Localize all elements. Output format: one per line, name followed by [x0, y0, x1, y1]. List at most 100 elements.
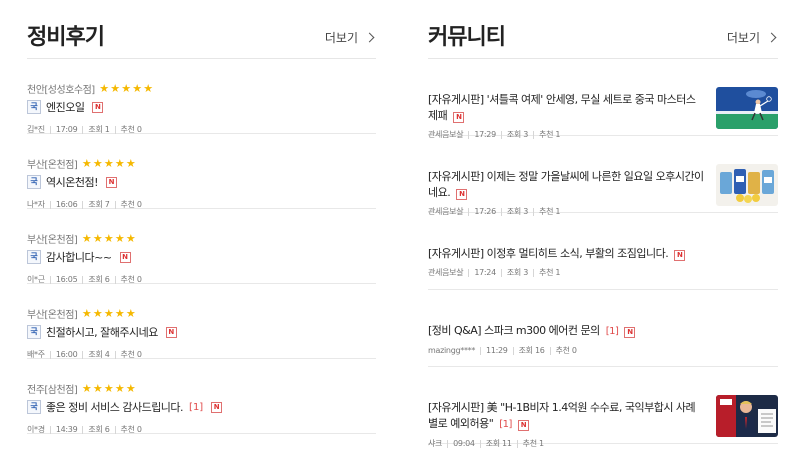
meta-divider [49, 275, 51, 284]
review-title-link[interactable]: 좋은 정비 서비스 감사드립니다. [46, 399, 184, 415]
meta-divider [114, 275, 116, 284]
review-branch: 전주[삼천점] [27, 384, 78, 396]
review-branch-row: 천안[성성호수점] ★ ★ ★ ★ ★ [27, 81, 154, 96]
meta-divider [49, 350, 51, 359]
star-icon: ★ [81, 231, 92, 245]
star-icon: ★ [125, 156, 136, 170]
meta-divider [82, 200, 84, 209]
star-icon: ★ [92, 381, 103, 395]
star-icon: ★ [103, 156, 114, 170]
meta-divider [447, 439, 449, 448]
review-title-row: 국 감사합니다~~ N [27, 249, 131, 265]
new-badge: N [165, 326, 177, 338]
review-title-link[interactable]: 역시온천점! [46, 174, 99, 190]
review-title-link[interactable]: 감사합니다~~ [46, 249, 112, 265]
post-time: 17:09 [55, 125, 78, 134]
community-title-link[interactable]: [자유게시판] 美 "H-1B비자 1.4억원 수수료, 국익부합시 사례별로 … [428, 400, 704, 433]
new-badge: N [211, 401, 223, 413]
review-branch: 부산[온천점] [27, 309, 78, 321]
star-icon: ★ [81, 381, 92, 395]
review-title-row: 국 친절하시고, 잘해주시네요 N [27, 324, 177, 340]
community-header: 커뮤니티 더보기 [428, 0, 778, 59]
meta-divider [549, 346, 551, 355]
review-title-row: 국 엔진오일 N [27, 99, 104, 115]
post-thumbnail[interactable] [716, 87, 778, 129]
review-branch-row: 부산[온천점] ★ ★ ★ ★ ★ [27, 156, 136, 171]
star-icon: ★ [125, 381, 136, 395]
community-title: [정비 Q&A] 스파크 m300 에어컨 문의 [428, 324, 600, 337]
star-icon: ★ [92, 156, 103, 170]
meta-divider [500, 268, 502, 277]
community-title: [자유게시판] '셔틀콕 여제' 안세영, 무실 세트로 중국 마스터스 제패 [428, 93, 696, 122]
star-rating: ★ ★ ★ ★ ★ [99, 83, 154, 94]
community-title-link[interactable]: [자유게시판] 이정후 멀티히트 소식, 부활의 조짐입니다. N [428, 246, 704, 262]
star-icon: ★ [114, 306, 125, 320]
community-item[interactable]: [정비 Q&A] 스파크 m300 에어컨 문의 [1] Nmazingg**** 1… [428, 290, 778, 367]
community-section-title: 커뮤니티 [428, 25, 506, 50]
star-rating: ★ ★ ★ ★ ★ [81, 158, 136, 169]
star-icon: ★ [81, 306, 92, 320]
community-item[interactable]: [자유게시판] 이정후 멀티히트 소식, 부활의 조짐입니다. N 관세음보살 17:… [428, 213, 778, 290]
post-views: 조회 3 [506, 268, 529, 277]
post-thumbnail[interactable] [716, 395, 778, 437]
meta-divider [49, 200, 51, 209]
post-author: 샤크 [428, 439, 443, 448]
domestic-car-badge: 국 [27, 175, 41, 189]
review-item[interactable]: 전주[삼천점] ★ ★ ★ ★ ★ 국 좋은 정비 서비스 감사드립니다. [1] N 이*경 14:… [27, 359, 376, 434]
community-title: [자유게시판] 이정후 멀티히트 소식, 부활의 조짐입니다. [428, 247, 669, 260]
comment-count: [1] [499, 419, 512, 430]
post-views: 조회 6 [88, 425, 110, 434]
meta-divider [512, 346, 514, 355]
community-item[interactable]: [자유게시판] '셔틀콕 여제' 안세영, 무실 세트로 중국 마스터스 제패 N… [428, 59, 778, 139]
meta-divider [82, 350, 84, 359]
community-list: [자유게시판] '셔틀콕 여제' 안세영, 무실 세트로 중국 마스터스 제패 N… [428, 59, 778, 448]
community-item[interactable]: [자유게시판] 美 "H-1B비자 1.4억원 수수료, 국익부합시 사례별로 … [428, 367, 778, 448]
review-item[interactable]: 부산[온천점] ★ ★ ★ ★ ★ 국 역시온천점! N 나*자 16:06 조회 7 추천 0 [27, 134, 376, 209]
meta-divider [533, 268, 535, 277]
review-title-link[interactable]: 친절하시고, 잘해주시네요 [46, 324, 158, 340]
meta-divider [114, 200, 116, 209]
new-badge: N [92, 101, 104, 113]
meta-divider [49, 125, 51, 134]
new-badge: N [456, 189, 468, 200]
more-label: 더보기 [324, 31, 358, 45]
post-views: 조회 16 [518, 346, 545, 355]
community-section: 커뮤니티 더보기 [자유게시판] '셔틀콕 여제' 안세영, 무실 세트로 중국… [428, 0, 778, 448]
new-badge: N [453, 112, 465, 123]
meta-divider [480, 346, 482, 355]
comment-count: [1] [605, 326, 619, 337]
chevron-right-icon [364, 32, 375, 43]
domestic-car-badge: 국 [27, 400, 41, 414]
review-item[interactable]: 부산[온천점] ★ ★ ★ ★ ★ 국 친절하시고, 잘해주시네요 N 배*주 16:00 조회 4추… [27, 284, 376, 359]
community-title-link[interactable]: [자유게시판] '셔틀콕 여제' 안세영, 무실 세트로 중국 마스터스 제패 N [428, 92, 704, 124]
meta-divider [82, 125, 84, 134]
community-item[interactable]: [자유게시판] 이제는 정말 가을날씨에 나른한 일요일 오후시간이네요. N 관세… [428, 136, 778, 216]
star-icon: ★ [143, 81, 154, 95]
community-more-link[interactable]: 더보기 [727, 30, 778, 46]
post-views: 조회 11 [485, 439, 512, 448]
review-more-link[interactable]: 더보기 [325, 30, 376, 46]
star-icon: ★ [92, 306, 103, 320]
post-likes: 추천 1 [539, 268, 561, 277]
review-branch-row: 전주[삼천점] ★ ★ ★ ★ ★ [27, 381, 136, 396]
new-badge: N [119, 251, 131, 263]
community-title-link[interactable]: [정비 Q&A] 스파크 m300 에어컨 문의 [1] N [428, 323, 704, 340]
star-icon: ★ [103, 381, 114, 395]
community-title-link[interactable]: [자유게시판] 이제는 정말 가을날씨에 나른한 일요일 오후시간이네요. N [428, 169, 704, 201]
review-branch: 부산[온천점] [27, 159, 78, 171]
new-badge: N [106, 176, 118, 188]
review-item[interactable]: 천안[성성호수점] ★ ★ ★ ★ ★ 국 엔진오일 N 김*진 17:09 조회 1 추천 0 [27, 59, 376, 134]
review-item[interactable]: 부산[온천점] ★ ★ ★ ★ ★ 국 감사합니다~~ N 이*근 16:05 조회 6 추천 0 [27, 209, 376, 284]
post-time: 16:00 [55, 350, 78, 359]
review-title-link[interactable]: 엔진오일 [46, 99, 85, 115]
star-icon: ★ [103, 231, 114, 245]
meta-divider [114, 350, 116, 359]
star-icon: ★ [110, 81, 121, 95]
meta-divider [82, 425, 84, 434]
review-title-row: 국 좋은 정비 서비스 감사드립니다. [1] N [27, 399, 223, 415]
post-thumbnail[interactable] [716, 164, 778, 206]
post-time: 09:04 [453, 439, 475, 448]
review-branch: 부산[온천점] [27, 234, 78, 246]
post-time: 16:06 [55, 200, 78, 209]
chevron-right-icon [766, 32, 777, 43]
